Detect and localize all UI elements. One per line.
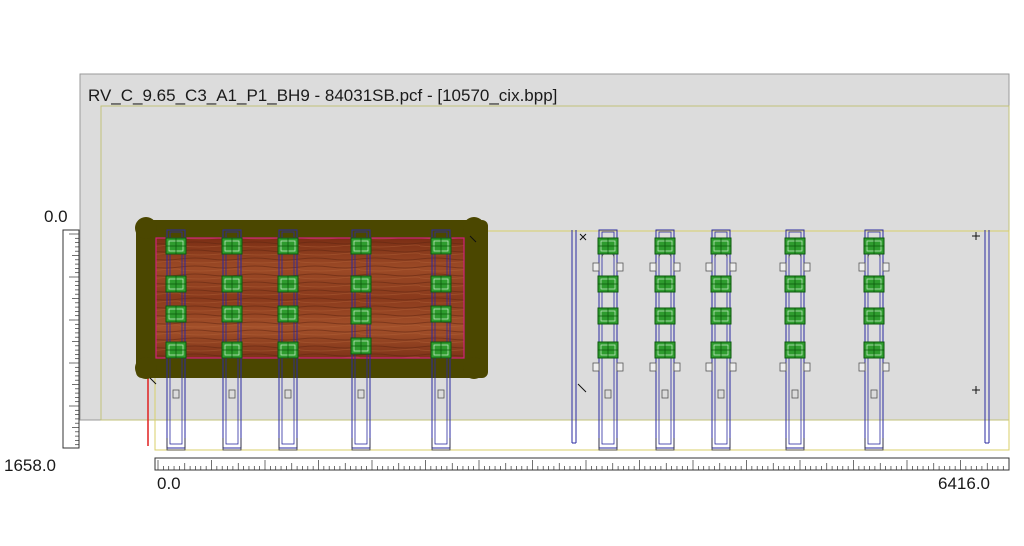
suction-cup-icon[interactable] (597, 341, 619, 359)
suction-cup-icon[interactable] (350, 307, 372, 325)
suction-cup-icon[interactable] (430, 305, 452, 323)
horizontal-ruler-left-label: 0.0 (157, 474, 181, 493)
suction-cup-icon[interactable] (784, 307, 806, 325)
suction-cup-icon[interactable] (165, 305, 187, 323)
suction-cup-icon[interactable] (597, 237, 619, 255)
suction-cup-icon[interactable] (654, 275, 676, 293)
wood-panel-icon[interactable] (155, 237, 465, 359)
suction-cup-icon[interactable] (350, 337, 372, 355)
suction-cup-icon[interactable] (430, 237, 452, 255)
suction-cup-icon[interactable] (221, 237, 243, 255)
vertical-ruler-top-label: 0.0 (44, 207, 68, 226)
suction-cup-icon[interactable] (784, 341, 806, 359)
suction-cup-icon[interactable] (277, 237, 299, 255)
suction-cup-icon[interactable] (863, 307, 885, 325)
suction-cup-icon[interactable] (277, 275, 299, 293)
suction-cup-icon[interactable] (165, 275, 187, 293)
suction-cup-icon[interactable] (863, 341, 885, 359)
suction-cup-icon[interactable] (654, 307, 676, 325)
suction-cup-icon[interactable] (710, 237, 732, 255)
suction-cup-icon[interactable] (710, 275, 732, 293)
suction-cup-icon[interactable] (863, 275, 885, 293)
horizontal-ruler[interactable] (154, 457, 1010, 471)
cad-canvas[interactable] (0, 0, 1024, 546)
suction-cup-icon[interactable] (863, 237, 885, 255)
suction-cup-icon[interactable] (221, 305, 243, 323)
vertical-ruler-bottom-label: 1658.0 (4, 456, 56, 475)
suction-cup-icon[interactable] (277, 305, 299, 323)
horizontal-ruler-right-label: 6416.0 (938, 474, 990, 493)
suction-cup-icon[interactable] (221, 341, 243, 359)
suction-cup-icon[interactable] (350, 275, 372, 293)
suction-cup-icon[interactable] (221, 275, 243, 293)
suction-cup-icon[interactable] (710, 307, 732, 325)
suction-cup-icon[interactable] (430, 341, 452, 359)
suction-cup-icon[interactable] (654, 237, 676, 255)
suction-cup-icon[interactable] (710, 341, 732, 359)
suction-cup-icon[interactable] (784, 275, 806, 293)
suction-cup-icon[interactable] (165, 237, 187, 255)
suction-cup-icon[interactable] (597, 307, 619, 325)
suction-cup-icon[interactable] (165, 341, 187, 359)
suction-cup-icon[interactable] (277, 341, 299, 359)
vertical-ruler[interactable] (62, 229, 80, 449)
suction-cup-icon[interactable] (430, 275, 452, 293)
suction-cup-icon[interactable] (654, 341, 676, 359)
suction-cup-icon[interactable] (597, 275, 619, 293)
window-title: RV_C_9.65_C3_A1_P1_BH9 - 84031SB.pcf - [… (88, 86, 558, 105)
suction-cup-icon[interactable] (350, 237, 372, 255)
suction-cup-icon[interactable] (784, 237, 806, 255)
